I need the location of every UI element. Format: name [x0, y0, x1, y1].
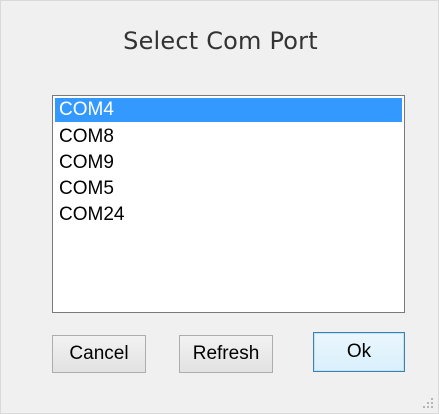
list-item[interactable]: COM5	[55, 176, 402, 202]
list-item[interactable]: COM8	[55, 124, 402, 150]
dialog-title: Select Com Port	[123, 27, 318, 55]
com-port-listbox[interactable]: COM4 COM8 COM9 COM5 COM24	[52, 95, 405, 313]
select-com-port-dialog: Select Com Port COM4 COM8 COM9 COM5 COM2…	[0, 0, 439, 414]
list-item[interactable]: COM4	[55, 98, 402, 122]
ok-button[interactable]: Ok	[313, 332, 405, 372]
size-grip-icon[interactable]	[420, 395, 434, 409]
list-item[interactable]: COM24	[55, 202, 402, 228]
list-item[interactable]: COM9	[55, 150, 402, 176]
refresh-button[interactable]: Refresh	[179, 335, 273, 373]
cancel-button[interactable]: Cancel	[52, 335, 146, 373]
